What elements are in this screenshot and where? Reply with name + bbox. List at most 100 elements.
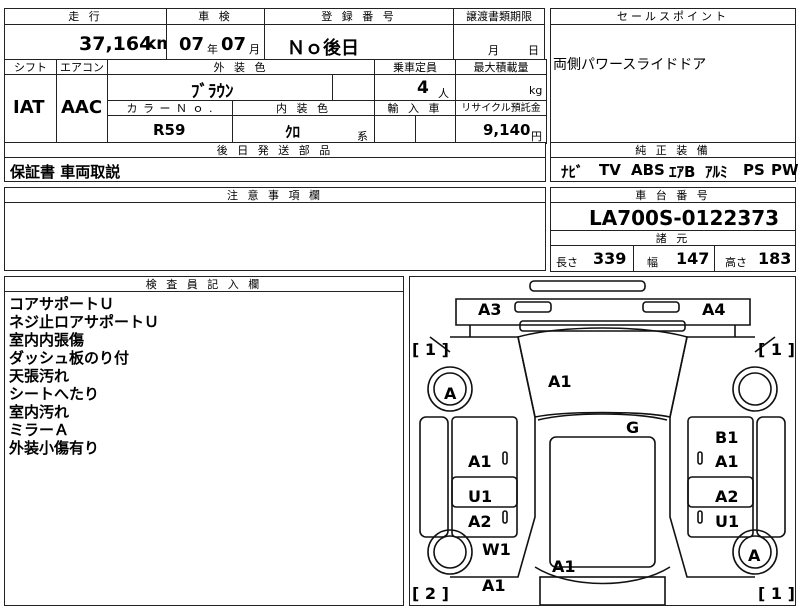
recycle-label: リサイクル預託金 bbox=[455, 100, 547, 116]
registration-value: Ｎｏ後日 bbox=[287, 38, 359, 59]
ac-value: AAC bbox=[61, 97, 103, 118]
width-label: 幅 bbox=[647, 256, 658, 269]
recycle-value: 9,140 bbox=[483, 121, 531, 139]
equipment-item: PW bbox=[771, 161, 799, 179]
mark-a4: A4 bbox=[702, 300, 726, 319]
vehicle-diagram: A3 A4 [ 1 ] [ 1 ] A A1 G A1 B1 A1 U1 A2 … bbox=[412, 280, 795, 605]
transfer-label: 譲渡書類期限 bbox=[453, 8, 545, 25]
load-unit: kg bbox=[529, 84, 543, 97]
interior-value: ｸﾛ bbox=[285, 123, 301, 141]
later-parts-label: 後 日 発 送 部 品 bbox=[4, 142, 546, 158]
mark-r2-right: [ 1 ] bbox=[758, 584, 795, 603]
inspector-line: 室内内張傷 bbox=[9, 331, 85, 349]
mark-door-fr-top: B1 bbox=[715, 428, 738, 447]
import-cell-a bbox=[374, 115, 416, 144]
mark-hood: A1 bbox=[548, 372, 572, 391]
spec-grid: シフト エアコン 外 装 色 乗車定員 最大積載量 IAT AAC ﾌﾞﾗｳﾝ … bbox=[4, 59, 547, 144]
inspection-month-unit: 月 bbox=[249, 43, 260, 56]
inspector-line: シートへたり bbox=[9, 385, 100, 403]
inspector-line: ミラーＡ bbox=[9, 421, 70, 439]
max-load-label: 最大積載量 bbox=[455, 59, 547, 75]
notes-label: 注 意 事 項 欄 bbox=[4, 187, 546, 203]
mark-door-rl: A2 bbox=[468, 512, 492, 531]
exterior-label: 外 装 色 bbox=[107, 59, 375, 75]
notes-box: 注 意 事 項 欄 bbox=[4, 187, 546, 271]
inspection-label: 車 検 bbox=[166, 8, 265, 25]
inspection-year-unit: 年 bbox=[207, 43, 218, 56]
equipment-item: ｴｱB bbox=[669, 163, 696, 181]
mark-tire-rr: A bbox=[748, 546, 761, 565]
mark-r1-left: [ 1 ] bbox=[412, 340, 449, 359]
mark-roof: G bbox=[626, 418, 639, 437]
mark-rear-w1: W1 bbox=[482, 540, 511, 559]
shift-label: シフト bbox=[4, 59, 57, 75]
registration-label: 登 録 番 号 bbox=[264, 8, 454, 25]
width-value: 147 bbox=[676, 249, 710, 268]
mileage-value: 37,164 bbox=[79, 33, 153, 55]
import-cell-b bbox=[415, 115, 456, 144]
inspector-line: 外装小傷有り bbox=[9, 439, 100, 457]
color-no-value: R59 bbox=[153, 121, 186, 139]
height-label: 高さ bbox=[725, 256, 747, 269]
mark-rear-a1-left: A1 bbox=[482, 576, 506, 595]
color-no-label: カ ラ ー Ｎ ｏ . bbox=[107, 100, 233, 116]
sales-point-label: セールスポイント bbox=[550, 8, 796, 25]
mark-door-rl-top: U1 bbox=[468, 487, 492, 506]
mileage-box: 走 行 37,164 km bbox=[4, 8, 174, 60]
sales-point-value: 両側パワースライドドア bbox=[553, 57, 707, 73]
equipment-item: TV bbox=[599, 161, 621, 179]
equipment-item: ｱﾙﾐ bbox=[705, 163, 728, 181]
capacity-value: 4 bbox=[417, 78, 429, 98]
mark-r1-right: [ 1 ] bbox=[758, 340, 795, 359]
registration-box: 登 録 番 号 Ｎｏ後日 bbox=[264, 8, 454, 60]
equipment-item: ABS bbox=[631, 161, 665, 179]
mark-door-fr: A1 bbox=[715, 452, 739, 471]
inspector-lines: コアサポートＵ ネジ止ロアサポートＵ 室内内張傷 ダッシュ板のり付 天張汚れ シ… bbox=[9, 295, 159, 457]
height-value: 183 bbox=[758, 249, 792, 268]
inspector-line: コアサポートＵ bbox=[9, 295, 115, 313]
mark-a3: A3 bbox=[478, 300, 502, 319]
mark-r2-left: [ 2 ] bbox=[412, 584, 449, 603]
transfer-day-unit: 日 bbox=[528, 44, 539, 57]
mark-tire-fl: A bbox=[444, 384, 457, 403]
inspector-label: 検 査 員 記 入 欄 bbox=[4, 276, 404, 292]
transfer-box: 譲渡書類期限 月 日 bbox=[453, 8, 545, 60]
inspector-line: ネジ止ロアサポートＵ bbox=[9, 313, 160, 331]
mark-rear-a1-center: A1 bbox=[552, 557, 576, 576]
shift-value: IAT bbox=[13, 97, 45, 118]
mark-door-rr: U1 bbox=[715, 512, 739, 531]
chassis-label: 車 台 番 号 bbox=[550, 187, 796, 203]
import-label: 輸 入 車 bbox=[374, 100, 456, 116]
capacity-label: 乗車定員 bbox=[374, 59, 456, 75]
mileage-label: 走 行 bbox=[4, 8, 167, 25]
exterior-value: ﾌﾞﾗｳﾝ bbox=[191, 82, 234, 102]
inspector-line: ダッシュ板のり付 bbox=[9, 349, 130, 367]
interior-label: 内 装 色 bbox=[232, 100, 375, 116]
inspection-month: 07 bbox=[221, 34, 247, 55]
exterior-extra-cell bbox=[332, 74, 375, 101]
equipment-box: 純 正 装 備 ﾅﾋﾞ TV ABS ｴｱB ｱﾙﾐ PS PW bbox=[550, 142, 799, 182]
sales-point-box: セールスポイント 両側パワースライドドア bbox=[550, 8, 796, 143]
inspection-box: 車 検 07 年 07 月 bbox=[166, 8, 265, 60]
length-label: 長さ bbox=[556, 256, 578, 269]
inspector-box: 検 査 員 記 入 欄 コアサポートＵ ネジ止ロアサポートＵ 室内内張傷 ダッシ… bbox=[4, 276, 404, 606]
length-value: 339 bbox=[593, 249, 627, 268]
later-parts-box: 後 日 発 送 部 品 保証書 車両取説 bbox=[4, 142, 546, 182]
equipment-item: ﾅﾋﾞ bbox=[561, 163, 584, 181]
vehicle-diagram-box: A3 A4 [ 1 ] [ 1 ] A A1 G A1 B1 A1 U1 A2 … bbox=[409, 276, 796, 606]
capacity-unit: 人 bbox=[438, 87, 449, 100]
interior-cell bbox=[232, 115, 375, 144]
mark-door-rr-top: A2 bbox=[715, 487, 739, 506]
inspection-year: 07 bbox=[179, 34, 205, 55]
later-parts-value: 保証書 車両取説 bbox=[10, 163, 121, 181]
transfer-month-unit: 月 bbox=[488, 44, 499, 57]
chassis-box: 車 台 番 号 LA700S-0122373 諸 元 長さ 339 幅 147 … bbox=[550, 187, 796, 272]
mark-door-fl: A1 bbox=[468, 452, 492, 471]
dims-label: 諸 元 bbox=[550, 230, 796, 246]
ac-label: エアコン bbox=[56, 59, 108, 75]
equipment-item: PS bbox=[743, 161, 765, 179]
equipment-label: 純 正 装 備 bbox=[550, 142, 796, 158]
inspector-line: 室内汚れ bbox=[9, 403, 70, 421]
inspector-line: 天張汚れ bbox=[9, 367, 70, 385]
chassis-value: LA700S-0122373 bbox=[589, 206, 780, 230]
